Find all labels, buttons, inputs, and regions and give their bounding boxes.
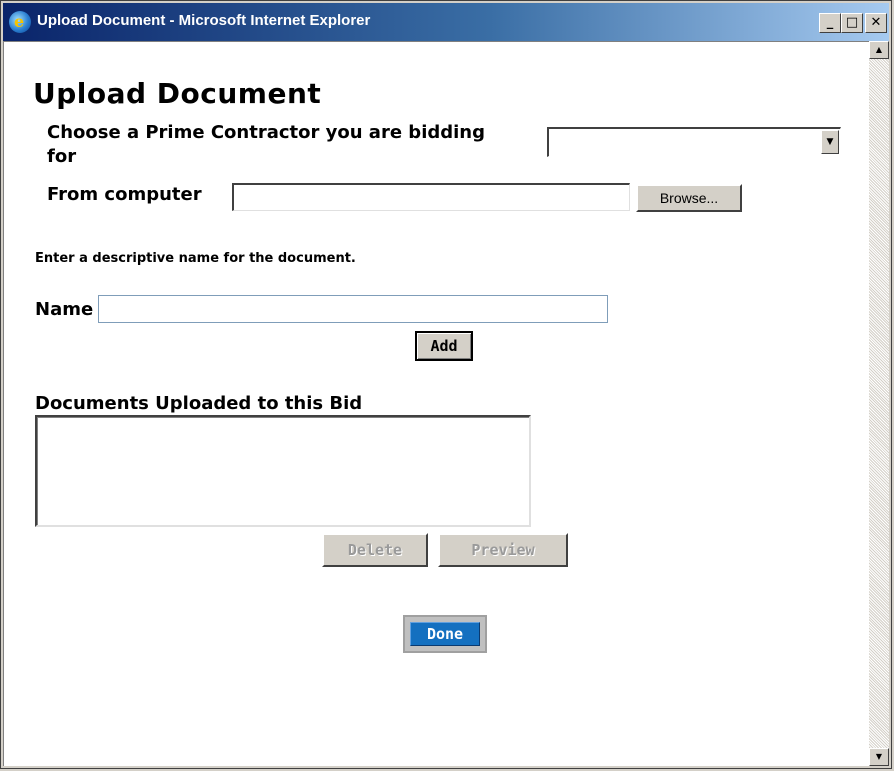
preview-button[interactable]: Preview [438, 533, 568, 567]
name-input[interactable] [98, 295, 608, 323]
maximize-button[interactable]: □ [841, 13, 863, 33]
add-button[interactable]: Add [415, 331, 473, 361]
title-bar[interactable]: e Upload Document - Microsoft Internet E… [3, 3, 889, 41]
file-path-input[interactable] [232, 183, 630, 211]
descriptive-name-note: Enter a descriptive name for the documen… [35, 251, 356, 266]
minimize-button[interactable]: _ [819, 13, 841, 33]
from-computer-label: From computer [47, 184, 202, 205]
done-button-frame: Done [403, 615, 487, 653]
window-title: Upload Document - Microsoft Internet Exp… [37, 12, 371, 29]
documents-listbox[interactable] [35, 415, 531, 527]
scroll-up-icon[interactable]: ▲ [869, 41, 889, 59]
browser-window: e Upload Document - Microsoft Internet E… [0, 0, 892, 769]
close-button[interactable]: ✕ [865, 13, 887, 33]
done-button[interactable]: Done [410, 622, 480, 646]
vertical-scrollbar[interactable]: ▲ ▼ [869, 41, 889, 766]
page-title: Upload Document [33, 77, 322, 110]
name-label: Name [35, 299, 94, 320]
chevron-down-icon[interactable]: ▼ [821, 130, 839, 154]
scroll-down-icon[interactable]: ▼ [869, 748, 889, 766]
browse-button[interactable]: Browse... [636, 184, 742, 212]
delete-button[interactable]: Delete [322, 533, 428, 567]
prime-contractor-label: Choose a Prime Contractor you are biddin… [47, 122, 486, 167]
ie-icon: e [9, 11, 31, 33]
documents-heading: Documents Uploaded to this Bid [35, 393, 363, 414]
prime-contractor-select[interactable]: ▼ [547, 127, 841, 157]
